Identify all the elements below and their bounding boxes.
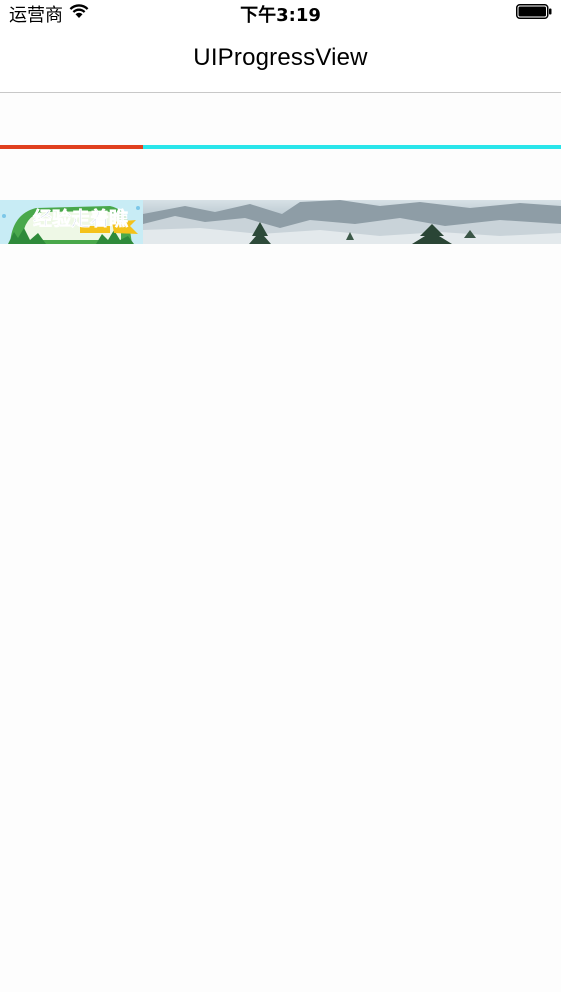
banner-text: 经验走着瞧 (33, 208, 129, 231)
image-progress-bar: 经验走着瞧 (0, 200, 561, 244)
progress-fill (0, 145, 144, 149)
progress-bar (0, 145, 561, 149)
battery-icon (516, 4, 552, 19)
screen: 运营商 下午3:19 UIProgressView 经验走着瞧 (0, 0, 561, 992)
banner-image: 经验走着瞧 (0, 200, 144, 244)
status-time: 下午3:19 (240, 5, 321, 26)
status-bar: 运营商 下午3:19 (0, 0, 561, 26)
navigation-bar: UIProgressView (0, 26, 561, 93)
nav-title: UIProgressView (193, 44, 368, 71)
